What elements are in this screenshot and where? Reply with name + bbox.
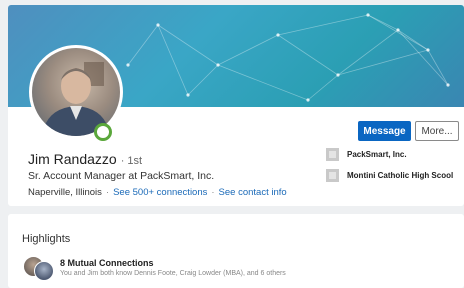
mutual-connections-heading[interactable]: 8 Mutual Connections	[60, 258, 154, 268]
school-logo-icon	[326, 169, 339, 182]
org-name: PackSmart, Inc.	[347, 150, 407, 159]
connection-degree: · 1st	[120, 155, 143, 167]
message-button[interactable]: Message	[358, 121, 411, 141]
see-connections-link[interactable]: See 500+ connections	[113, 187, 207, 198]
separator: ·	[105, 187, 110, 198]
org-packsmart[interactable]: PackSmart, Inc.	[326, 148, 407, 161]
location-row: Naperville, Illinois · See 500+ connecti…	[28, 187, 287, 198]
highlights-card: Highlights 8 Mutual Connections You and …	[8, 214, 464, 288]
mutual-connections-detail: You and Jim both know Dennis Foote, Crai…	[60, 270, 286, 277]
highlights-title: Highlights	[22, 233, 71, 245]
avatar	[34, 261, 54, 281]
company-logo-icon	[326, 148, 339, 161]
avatar	[32, 48, 120, 136]
person-silhouette-icon	[42, 62, 110, 136]
profile-location: Naperville, Illinois	[28, 187, 102, 198]
mutual-avatars[interactable]	[23, 256, 54, 281]
org-montini[interactable]: Montini Catholic High Scool	[326, 169, 453, 182]
profile-headline: Sr. Account Manager at PackSmart, Inc.	[28, 170, 215, 182]
org-name: Montini Catholic High Scool	[347, 171, 454, 180]
profile-card: Message More... Jim Randazzo · 1st Sr. A…	[8, 5, 464, 206]
separator: ·	[211, 187, 215, 198]
more-button[interactable]: More...	[415, 121, 459, 141]
see-contact-info-link[interactable]: See contact info	[219, 187, 287, 198]
name-row: Jim Randazzo · 1st	[28, 151, 142, 167]
profile-name: Jim Randazzo	[28, 151, 117, 167]
online-status-icon	[94, 123, 112, 141]
